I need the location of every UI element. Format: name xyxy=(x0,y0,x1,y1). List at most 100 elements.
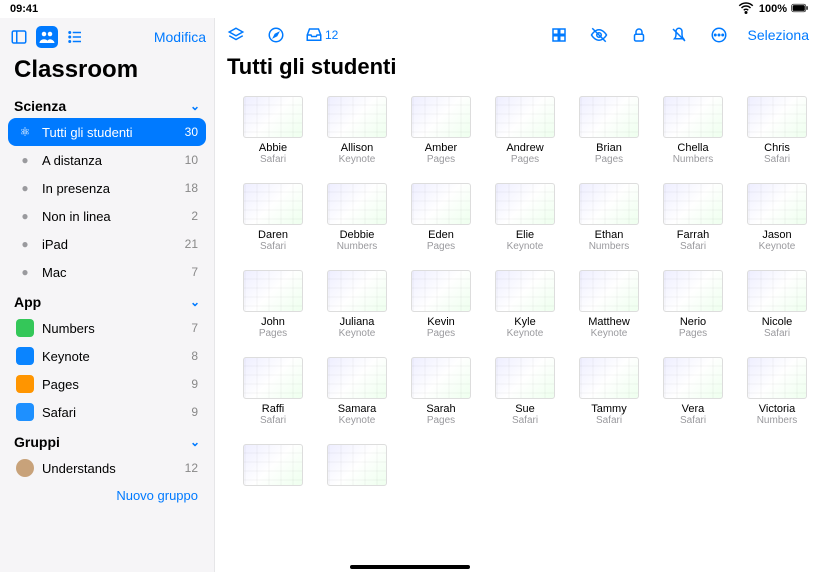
sidebar-item-label: Numbers xyxy=(42,321,95,336)
student-app: Pages xyxy=(657,328,729,339)
sidebar-item[interactable]: ●iPad21 xyxy=(8,230,206,258)
student-name: Nicole xyxy=(741,316,813,328)
sidebar-item[interactable]: Pages9 xyxy=(8,370,206,398)
more-icon[interactable] xyxy=(708,24,730,46)
student-app: Pages xyxy=(573,154,645,165)
sidebar-item-label: Pages xyxy=(42,377,79,392)
student-name: Tammy xyxy=(573,403,645,415)
sidebar-item[interactable]: Numbers7 xyxy=(8,314,206,342)
home-indicator xyxy=(350,565,470,569)
people-icon[interactable] xyxy=(36,26,58,48)
student-name: Amber xyxy=(405,142,477,154)
panel-toggle-icon[interactable] xyxy=(8,26,30,48)
select-button[interactable]: Seleziona xyxy=(748,27,810,43)
sidebar-item[interactable]: ●Non in linea2 xyxy=(8,202,206,230)
student-tile[interactable]: Ethan Numbers xyxy=(573,183,645,252)
section-header[interactable]: Scienza⌄ xyxy=(8,94,206,118)
student-tile[interactable]: Raffi Safari xyxy=(237,357,309,426)
student-tile[interactable]: Eden Pages xyxy=(405,183,477,252)
student-tile[interactable] xyxy=(237,444,309,490)
student-tile[interactable]: John Pages xyxy=(237,270,309,339)
compass-icon[interactable] xyxy=(265,24,287,46)
student-tile[interactable]: Vera Safari xyxy=(657,357,729,426)
sidebar-item-count: 30 xyxy=(185,125,198,139)
student-thumbnail xyxy=(411,270,471,312)
student-tile[interactable]: Debbie Numbers xyxy=(321,183,393,252)
app-icon xyxy=(16,403,34,421)
student-name: Debbie xyxy=(321,229,393,241)
sidebar-item[interactable]: Safari9 xyxy=(8,398,206,426)
student-thumbnail xyxy=(579,183,639,225)
student-name: Sarah xyxy=(405,403,477,415)
sidebar-item[interactable]: ●A distanza10 xyxy=(8,146,206,174)
layers-icon[interactable] xyxy=(225,24,247,46)
student-tile[interactable]: Matthew Keynote xyxy=(573,270,645,339)
section-header[interactable]: Gruppi⌄ xyxy=(8,430,206,454)
student-tile[interactable]: Samara Keynote xyxy=(321,357,393,426)
student-app: Pages xyxy=(237,328,309,339)
student-app: Keynote xyxy=(321,415,393,426)
student-tile[interactable]: Juliana Keynote xyxy=(321,270,393,339)
status-right: 100% xyxy=(737,0,809,20)
student-tile[interactable]: Chris Safari xyxy=(741,96,813,165)
app-title: Classroom xyxy=(14,56,200,84)
student-tile[interactable]: Nerio Pages xyxy=(657,270,729,339)
section-header[interactable]: App⌄ xyxy=(8,290,206,314)
student-app: Keynote xyxy=(321,154,393,165)
student-app: Numbers xyxy=(573,241,645,252)
student-tile[interactable]: Daren Safari xyxy=(237,183,309,252)
student-tile[interactable]: Victoria Numbers xyxy=(741,357,813,426)
lock-icon[interactable] xyxy=(628,24,650,46)
grid-view-icon[interactable] xyxy=(548,24,570,46)
sidebar-item[interactable]: Understands12 xyxy=(8,454,206,482)
student-grid: Abbie Safari Allison Keynote Amber Pages… xyxy=(215,84,819,572)
student-tile[interactable]: Sarah Pages xyxy=(405,357,477,426)
mute-icon[interactable] xyxy=(668,24,690,46)
student-tile[interactable]: Allison Keynote xyxy=(321,96,393,165)
student-tile[interactable]: Abbie Safari xyxy=(237,96,309,165)
student-app: Numbers xyxy=(657,154,729,165)
status-dot-icon: ● xyxy=(16,151,34,169)
student-tile[interactable]: Tammy Safari xyxy=(573,357,645,426)
student-tile[interactable] xyxy=(321,444,393,490)
sidebar-item[interactable]: Keynote8 xyxy=(8,342,206,370)
student-tile[interactable]: Kevin Pages xyxy=(405,270,477,339)
sidebar-item[interactable]: ●Mac7 xyxy=(8,258,206,286)
student-name: Kevin xyxy=(405,316,477,328)
main-pane: 12 Seleziona Tutti gli studenti Abbie Sa… xyxy=(215,18,819,572)
student-thumbnail xyxy=(243,96,303,138)
student-name: Eden xyxy=(405,229,477,241)
student-tile[interactable]: Nicole Safari xyxy=(741,270,813,339)
student-app: Keynote xyxy=(573,328,645,339)
student-tile[interactable]: Andrew Pages xyxy=(489,96,561,165)
student-app: Keynote xyxy=(741,241,813,252)
student-tile[interactable]: Chella Numbers xyxy=(657,96,729,165)
student-tile[interactable]: Elie Keynote xyxy=(489,183,561,252)
student-tile[interactable]: Kyle Keynote xyxy=(489,270,561,339)
student-name: Elie xyxy=(489,229,561,241)
page-title: Tutti gli studenti xyxy=(215,48,819,84)
student-app: Safari xyxy=(741,328,813,339)
student-thumbnail xyxy=(747,270,807,312)
student-tile[interactable]: Brian Pages xyxy=(573,96,645,165)
student-app: Safari xyxy=(741,154,813,165)
new-group-button[interactable]: Nuovo gruppo xyxy=(8,482,206,513)
student-tile[interactable]: Amber Pages xyxy=(405,96,477,165)
inbox-icon[interactable]: 12 xyxy=(305,24,338,46)
inbox-count: 12 xyxy=(325,28,338,42)
eye-off-icon[interactable] xyxy=(588,24,610,46)
student-thumbnail xyxy=(495,96,555,138)
student-name: Jason xyxy=(741,229,813,241)
student-tile[interactable]: Sue Safari xyxy=(489,357,561,426)
edit-button[interactable]: Modifica xyxy=(154,29,206,45)
student-thumbnail xyxy=(663,183,723,225)
student-app: Keynote xyxy=(489,241,561,252)
student-thumbnail xyxy=(747,183,807,225)
list-icon[interactable] xyxy=(64,26,86,48)
student-tile[interactable]: Jason Keynote xyxy=(741,183,813,252)
student-thumbnail xyxy=(243,357,303,399)
student-tile[interactable]: Farrah Safari xyxy=(657,183,729,252)
student-app: Safari xyxy=(237,154,309,165)
sidebar-item[interactable]: ●In presenza18 xyxy=(8,174,206,202)
sidebar-item[interactable]: ⚛Tutti gli studenti30 xyxy=(8,118,206,146)
